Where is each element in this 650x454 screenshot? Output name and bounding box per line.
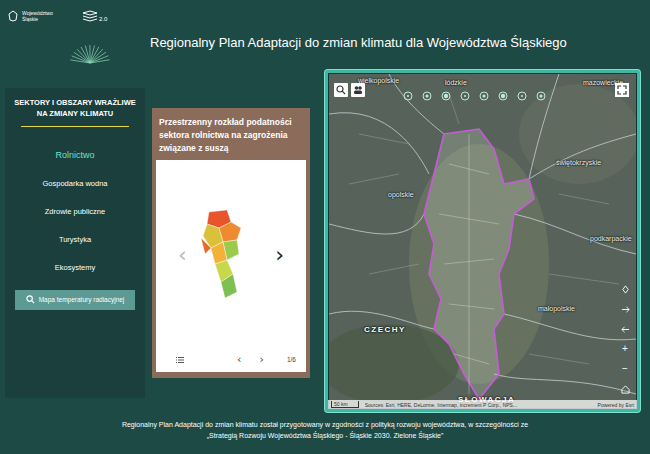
search-icon (336, 85, 346, 95)
map-tool-icon[interactable] (517, 91, 527, 101)
home-icon (621, 385, 630, 394)
sidebar: SEKTORY I OBSZARY WRAŻLIWE NA ZMIANY KLI… (5, 88, 145, 398)
logos: Województwo Śląskie 2.0 (8, 10, 148, 70)
vulnerability-map-thumbnail (197, 208, 245, 302)
map-label: świętokrzyskie (556, 159, 601, 166)
map-label: podkarpackie (590, 235, 632, 242)
map-label: CZECHY (364, 325, 406, 334)
powered-by[interactable]: Powered by Esri (598, 402, 634, 408)
map-search-tools (334, 83, 365, 97)
map-tool-icon[interactable] (479, 91, 489, 101)
slide-count: 1/6 (287, 356, 296, 363)
story-card: Przestrzenny rozkład podatności sektora … (152, 108, 310, 378)
home-button[interactable] (619, 383, 631, 395)
sidebar-item[interactable]: Ekosystemy (9, 258, 141, 277)
footer: Regionalny Plan Adaptacji do zmian klima… (0, 414, 650, 454)
pager-next[interactable]: › (259, 353, 263, 366)
map-canvas[interactable] (329, 74, 636, 408)
map-nav-controls: + − (619, 283, 631, 395)
layers-icon (82, 10, 98, 22)
map-label: małopolskie (538, 305, 575, 312)
search-icon (26, 295, 35, 304)
zoom-out-button[interactable]: − (619, 363, 631, 375)
map-toolbar (403, 91, 546, 101)
header: Województwo Śląskie 2.0 Regionalny Plan … (0, 0, 650, 70)
map-tool-icon[interactable] (460, 91, 470, 101)
org-logo[interactable]: Województwo Śląskie (8, 10, 148, 22)
card-body: ‹ › ‹ › 1/6 (156, 160, 306, 372)
version-logo: 2.0 (82, 10, 107, 22)
pager-nav: ‹ › (237, 353, 264, 366)
app: Województwo Śląskie 2.0 Regionalny Plan … (0, 0, 650, 454)
fullscreen-button[interactable] (615, 83, 629, 97)
title-underline (21, 126, 129, 127)
sunburst-icon (60, 42, 120, 64)
map-tool-icon[interactable] (536, 91, 546, 101)
map-label: łódzkie (445, 79, 467, 86)
search-tool[interactable] (334, 83, 348, 97)
card-title: Przestrzenny rozkład podatności sektora … (156, 108, 306, 160)
map[interactable]: wielkopolskiełódzkiemazowieckieświętokrz… (325, 70, 640, 412)
zoom-in-button[interactable]: + (619, 343, 631, 355)
arrow-icon (621, 325, 630, 334)
expand-icon (617, 85, 627, 95)
attribution: Sources: Esri, HERE, DeLorme, Intermap, … (365, 402, 592, 408)
pager-prev[interactable]: ‹ (237, 353, 241, 366)
map-tool-icon[interactable] (441, 91, 451, 101)
sidebar-item[interactable]: Zdrowie publiczne (9, 202, 141, 221)
prev-button[interactable]: ‹ (178, 244, 187, 266)
arrow-icon (621, 305, 630, 314)
sidebar-list: Rolnictwo Gospodarka wodna Zdrowie publicz… (9, 145, 141, 286)
back-button[interactable] (619, 323, 631, 335)
slide: ‹ › (156, 160, 306, 349)
sidebar-item[interactable]: Gospodarka wodna (9, 174, 141, 193)
pan-button[interactable] (619, 303, 631, 315)
compass-icon (621, 285, 630, 294)
map-attribution-bar: 50 km Sources: Esri, HERE, DeLorme, Inte… (328, 400, 637, 409)
radiation-map-button[interactable]: Mapa temperatury radiacyjnej (15, 290, 135, 310)
map-tool-icon[interactable] (422, 91, 432, 101)
people-icon (353, 85, 363, 95)
sidebar-item[interactable]: Turystyka (9, 230, 141, 249)
main: SEKTORY I OBSZARY WRAŻLIWE NA ZMIANY KLI… (0, 70, 650, 414)
people-tool[interactable] (351, 83, 365, 97)
next-button[interactable]: › (275, 244, 284, 266)
map-label: opolskie (388, 191, 414, 198)
map-tool-icon[interactable] (498, 91, 508, 101)
eagle-icon (8, 10, 18, 22)
sidebar-item[interactable]: Rolnictwo (9, 145, 141, 165)
page-title: Regionalny Plan Adaptacji do zmian klima… (150, 35, 567, 50)
org-name: Województwo Śląskie (22, 10, 56, 22)
version-text: 2.0 (99, 16, 107, 22)
button-label: Mapa temperatury radiacyjnej (39, 296, 125, 303)
map-tool-icon[interactable] (403, 91, 413, 101)
scale-bar: 50 km (331, 401, 359, 408)
list-icon[interactable] (176, 357, 184, 363)
pager: ‹ › 1/6 (156, 349, 306, 372)
compass-button[interactable] (619, 283, 631, 295)
sidebar-title: SEKTORY I OBSZARY WRAŻLIWE NA ZMIANY KLI… (9, 98, 141, 120)
